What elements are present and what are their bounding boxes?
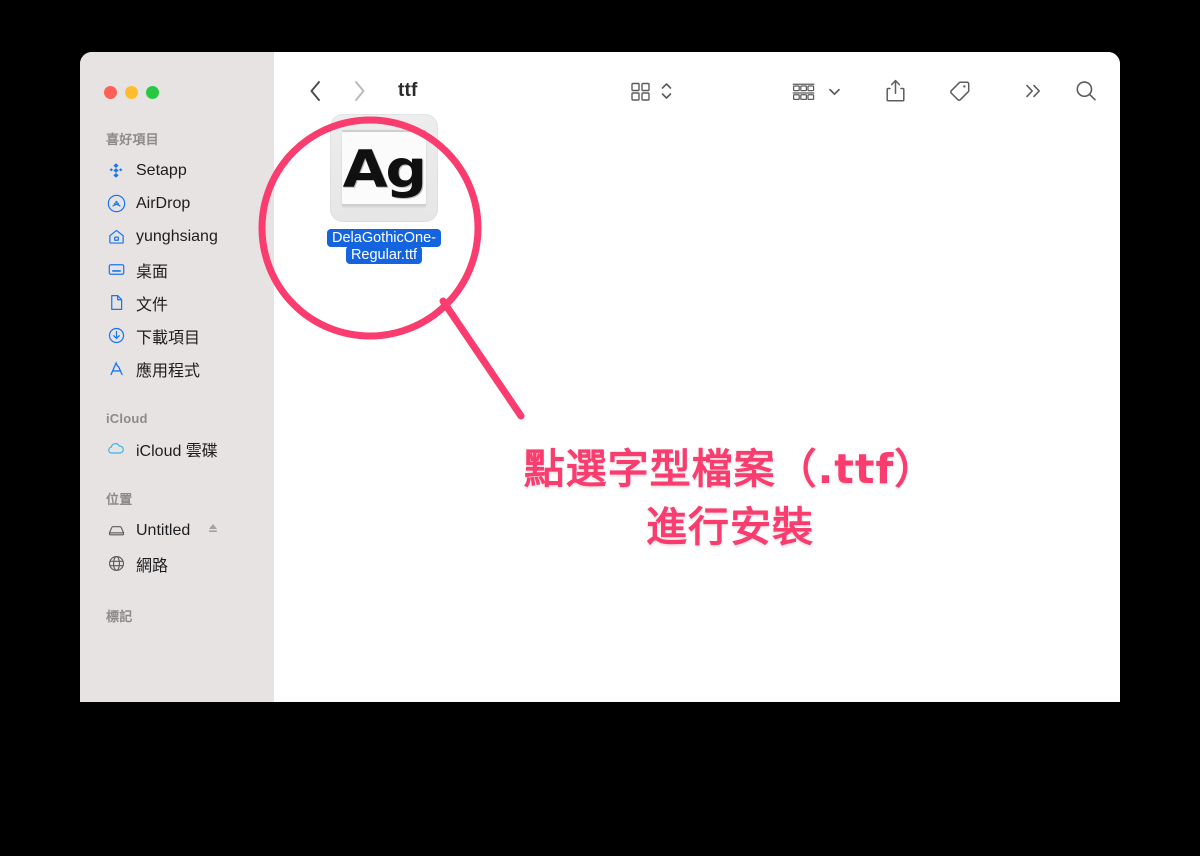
sidebar-item-label: yunghsiang	[136, 227, 218, 245]
close-button[interactable]	[104, 86, 117, 99]
font-preview-text: Ag	[342, 140, 426, 200]
sidebar-item-airdrop[interactable]: AirDrop	[80, 187, 274, 220]
sidebar-section-title-locations: 位置	[106, 492, 133, 507]
sidebar-item-network[interactable]: 網路	[80, 547, 274, 580]
sidebar-item-label: Untitled	[136, 521, 191, 539]
setapp-icon	[106, 161, 126, 181]
file-name-label[interactable]: DelaGothicOne- Regular.ttf	[327, 229, 441, 265]
cloud-icon	[106, 439, 126, 459]
finder-sidebar: 喜好項目 Setapp AirDrop yunghsiang 桌面 文件 下載項…	[80, 52, 274, 702]
airdrop-icon	[106, 194, 126, 214]
group-by-icon[interactable]	[791, 74, 816, 108]
screenshot-canvas: 喜好項目 Setapp AirDrop yunghsiang 桌面 文件 下載項…	[0, 0, 1200, 856]
sidebar-section-icloud: iCloud iCloud 雲碟	[80, 411, 274, 465]
share-icon[interactable]	[884, 74, 907, 108]
sidebar-item-untitled-drive[interactable]: Untitled	[80, 514, 274, 547]
sidebar-item-home[interactable]: yunghsiang	[80, 220, 274, 253]
sidebar-item-documents[interactable]: 文件	[80, 286, 274, 319]
sidebar-item-icloud-drive[interactable]: iCloud 雲碟	[80, 432, 274, 465]
back-button[interactable]	[304, 78, 326, 104]
sidebar-item-label: 網路	[136, 557, 169, 575]
chevron-up-down-icon[interactable]	[660, 74, 673, 108]
sidebar-item-label: AirDrop	[136, 194, 191, 212]
sidebar-item-label: 桌面	[136, 263, 169, 281]
sidebar-section-title-tags: 標記	[106, 609, 133, 624]
chevron-down-icon[interactable]	[827, 74, 842, 108]
sidebar-section-favorites: 喜好項目 Setapp AirDrop yunghsiang 桌面 文件 下載項…	[80, 129, 274, 385]
view-mode-control[interactable]	[630, 74, 673, 108]
tag-icon[interactable]	[947, 74, 972, 108]
finder-content-pane: ttf Ag DelaGothicOne- Regular.ttf	[274, 52, 1120, 702]
sidebar-item-setapp[interactable]: Setapp	[80, 154, 274, 187]
sidebar-item-label: 應用程式	[136, 362, 201, 380]
document-icon	[106, 293, 126, 313]
navigation-arrows	[304, 78, 370, 104]
file-name-line-1: DelaGothicOne-	[327, 229, 441, 247]
sidebar-item-label: 文件	[136, 296, 169, 314]
zoom-button[interactable]	[146, 86, 159, 99]
sidebar-section-title-icloud: iCloud	[106, 411, 148, 426]
eject-icon[interactable]	[206, 521, 220, 540]
sidebar-item-label: 下載項目	[136, 329, 201, 347]
sidebar-item-desktop[interactable]: 桌面	[80, 253, 274, 286]
sidebar-item-applications[interactable]: 應用程式	[80, 352, 274, 385]
font-preview-card: Ag	[342, 130, 426, 206]
sidebar-section-title-favorites: 喜好項目	[106, 132, 159, 147]
search-icon[interactable]	[1074, 74, 1098, 108]
grid-view-icon[interactable]	[630, 74, 651, 108]
group-by-control[interactable]	[791, 74, 842, 108]
folder-title: ttf	[398, 80, 418, 101]
finder-window: 喜好項目 Setapp AirDrop yunghsiang 桌面 文件 下載項…	[80, 52, 1120, 702]
font-file-icon: Ag	[330, 114, 438, 222]
external-drive-icon	[106, 521, 126, 541]
desktop-icon	[106, 260, 126, 280]
network-globe-icon	[106, 554, 126, 574]
sidebar-item-downloads[interactable]: 下載項目	[80, 319, 274, 352]
home-icon	[106, 227, 126, 247]
double-chevron-right-icon[interactable]	[1022, 74, 1044, 108]
forward-button[interactable]	[348, 78, 370, 104]
downloads-icon	[106, 326, 126, 346]
sidebar-section-locations: 位置 Untitled 網路	[80, 489, 274, 580]
file-name-line-2: Regular.ttf	[345, 246, 423, 265]
sidebar-item-label: iCloud 雲碟	[136, 442, 218, 460]
minimize-button[interactable]	[125, 86, 138, 99]
window-traffic-lights	[80, 52, 274, 99]
sidebar-item-label: Setapp	[136, 161, 187, 179]
sidebar-section-tags: 標記	[80, 606, 274, 625]
applications-icon	[106, 359, 126, 379]
file-item-delagothicone[interactable]: Ag DelaGothicOne- Regular.ttf	[310, 114, 458, 265]
